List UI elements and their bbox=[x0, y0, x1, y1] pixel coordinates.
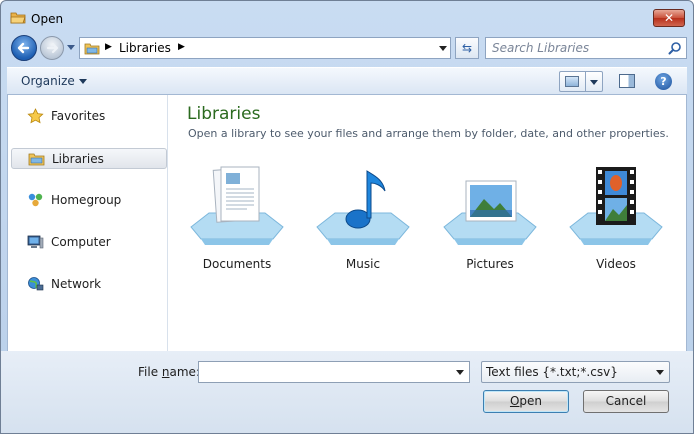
view-icon bbox=[565, 76, 579, 87]
sidebar-item-label: Favorites bbox=[51, 109, 106, 123]
library-label: Pictures bbox=[466, 257, 514, 271]
organize-menu[interactable]: Organize bbox=[21, 74, 87, 88]
main-area: Favorites Libraries Homegroup Computer N… bbox=[7, 95, 687, 351]
arrow-right-icon bbox=[46, 42, 59, 54]
cancel-button[interactable]: Cancel bbox=[583, 390, 669, 413]
search-box[interactable]: Search Libraries bbox=[485, 37, 687, 59]
library-documents[interactable]: Documents bbox=[187, 163, 287, 273]
recent-pages-dropdown[interactable] bbox=[67, 45, 75, 50]
navigation-pane: Favorites Libraries Homegroup Computer N… bbox=[8, 95, 168, 351]
homegroup-icon bbox=[28, 193, 43, 207]
videos-library-icon bbox=[569, 167, 663, 245]
open-button[interactable]: Open bbox=[483, 390, 569, 413]
navigation-bar: ▶ Libraries ▶ ⇆ Search Libraries bbox=[7, 33, 687, 63]
music-library-icon bbox=[316, 170, 410, 245]
file-name-input[interactable] bbox=[198, 361, 470, 383]
network-icon bbox=[28, 277, 44, 291]
organize-label: Organize bbox=[21, 74, 75, 88]
sidebar-item-label: Network bbox=[51, 277, 102, 291]
sidebar-item-network[interactable]: Network bbox=[11, 274, 167, 295]
preview-pane-button[interactable] bbox=[619, 74, 635, 88]
open-dialog: Open ✕ ▶ Libraries ▶ ⇆ Search Libraries … bbox=[0, 0, 694, 434]
library-label: Documents bbox=[202, 257, 272, 271]
arrow-left-icon bbox=[17, 42, 30, 54]
documents-library-icon bbox=[190, 166, 284, 245]
sidebar-item-libraries[interactable]: Libraries bbox=[11, 148, 167, 169]
library-folder-icon bbox=[84, 43, 100, 55]
library-label: Videos bbox=[596, 257, 636, 271]
chevron-down-icon[interactable] bbox=[456, 370, 464, 375]
sidebar-item-computer[interactable]: Computer bbox=[11, 232, 167, 253]
open-folder-icon bbox=[10, 12, 26, 24]
sidebar-item-favorites[interactable]: Favorites bbox=[11, 106, 167, 127]
file-type-select[interactable]: Text files {*.txt;*.csv} bbox=[481, 361, 670, 383]
change-view-button[interactable] bbox=[559, 71, 603, 92]
window-title: Open bbox=[31, 12, 64, 26]
sidebar-item-label: Computer bbox=[51, 235, 111, 249]
back-button[interactable] bbox=[11, 35, 37, 61]
library-content: Libraries Open a library to see your fil… bbox=[169, 95, 686, 351]
title-bar[interactable]: Open ✕ bbox=[1, 1, 693, 33]
forward-button[interactable] bbox=[40, 36, 64, 60]
sidebar-item-label: Homegroup bbox=[51, 193, 122, 207]
refresh-icon: ⇆ bbox=[461, 41, 473, 55]
sidebar-item-label: Libraries bbox=[52, 152, 104, 166]
dialog-footer: File name: Text files {*.txt;*.csv} Open… bbox=[1, 351, 693, 433]
breadcrumb-chevron-icon[interactable]: ▶ bbox=[105, 42, 112, 52]
computer-icon bbox=[27, 235, 44, 249]
breadcrumb-chevron-icon[interactable]: ▶ bbox=[178, 42, 185, 52]
library-label: Music bbox=[345, 257, 381, 271]
file-name-label: File name: bbox=[138, 365, 200, 379]
sidebar-item-homegroup[interactable]: Homegroup bbox=[11, 190, 167, 211]
search-input[interactable]: Search Libraries bbox=[492, 41, 589, 55]
chevron-down-icon[interactable] bbox=[590, 80, 598, 85]
library-music[interactable]: Music bbox=[313, 163, 413, 273]
star-icon bbox=[27, 108, 44, 124]
breadcrumb-libraries[interactable]: Libraries bbox=[119, 41, 171, 55]
pictures-library-icon bbox=[443, 180, 537, 245]
command-bar: Organize ? bbox=[7, 67, 687, 95]
page-title: Libraries bbox=[187, 104, 261, 124]
address-dropdown-icon[interactable] bbox=[439, 46, 447, 51]
search-icon[interactable] bbox=[668, 41, 682, 55]
chevron-down-icon bbox=[656, 370, 664, 375]
library-pictures[interactable]: Pictures bbox=[440, 163, 540, 273]
chevron-down-icon bbox=[78, 79, 87, 84]
refresh-button[interactable]: ⇆ bbox=[455, 37, 479, 59]
library-videos[interactable]: Videos bbox=[566, 163, 666, 273]
file-type-value: Text files {*.txt;*.csv} bbox=[486, 365, 618, 379]
library-folder-icon bbox=[28, 153, 45, 166]
page-subtitle: Open a library to see your files and arr… bbox=[188, 127, 669, 140]
address-bar[interactable]: ▶ Libraries ▶ bbox=[79, 37, 451, 59]
close-button[interactable]: ✕ bbox=[653, 9, 685, 27]
help-button[interactable]: ? bbox=[655, 73, 672, 90]
close-icon: ✕ bbox=[663, 11, 675, 25]
help-icon: ? bbox=[660, 75, 667, 88]
